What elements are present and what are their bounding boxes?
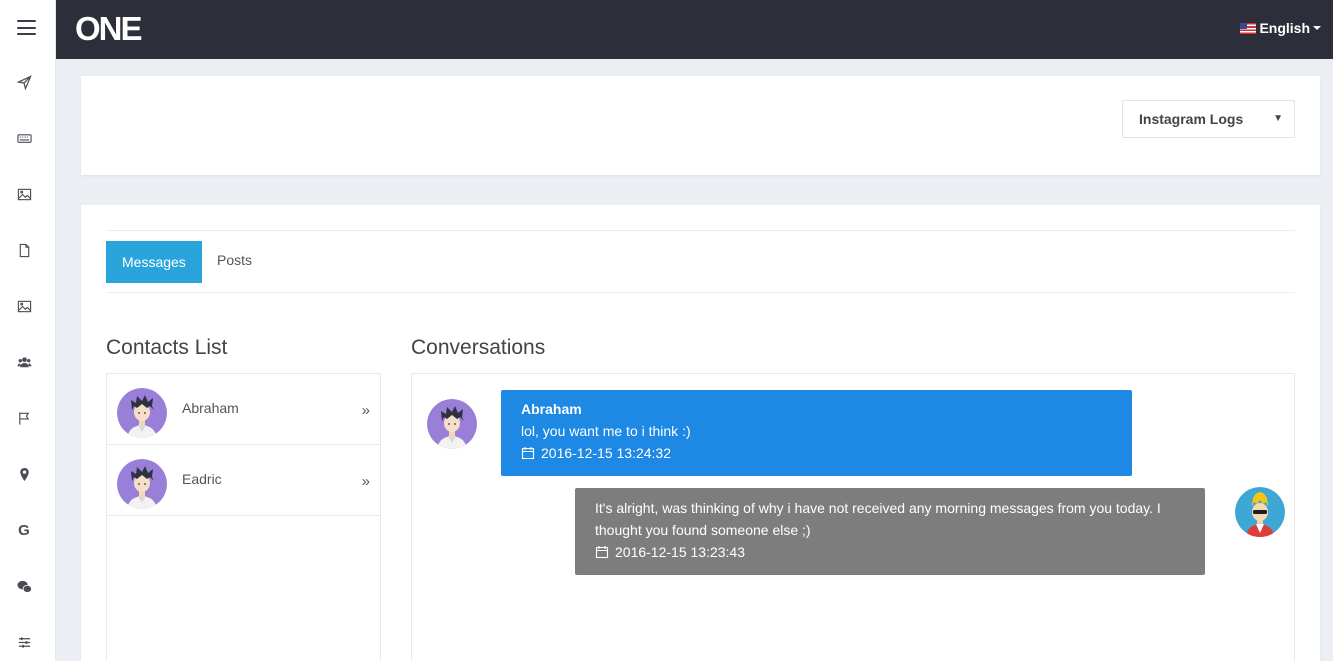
map-marker-icon[interactable] bbox=[14, 464, 34, 484]
paper-plane-icon[interactable] bbox=[14, 72, 34, 92]
message-text: It's alright, was thinking of why i have… bbox=[595, 500, 1161, 538]
message-bubble-incoming: Abraham lol, you want me to i think :) 2… bbox=[501, 390, 1132, 476]
contact-item-eadric[interactable]: Eadric » bbox=[107, 445, 380, 516]
log-type-select[interactable]: Instagram Logs ▼ bbox=[1122, 100, 1295, 138]
wechat-icon[interactable] bbox=[14, 576, 34, 596]
sender-avatar bbox=[427, 399, 477, 449]
divider bbox=[106, 230, 1295, 231]
menu-icon[interactable] bbox=[17, 20, 36, 35]
contact-name: Eadric bbox=[182, 471, 222, 487]
message-timestamp: 2016-12-15 13:23:43 bbox=[595, 541, 1185, 563]
double-chevron-right-icon: » bbox=[361, 402, 370, 419]
google-icon[interactable]: G bbox=[14, 520, 34, 540]
brand-logo[interactable]: ONE bbox=[75, 11, 143, 47]
tab-messages[interactable]: Messages bbox=[106, 241, 202, 283]
contact-name: Abraham bbox=[182, 400, 239, 416]
avatar bbox=[117, 388, 167, 438]
conversations-title: Conversations bbox=[411, 336, 546, 359]
user-avatar bbox=[1235, 487, 1285, 537]
log-selector-panel: Instagram Logs ▼ bbox=[81, 76, 1320, 175]
tab-posts[interactable]: Posts bbox=[201, 241, 268, 283]
caret-down-icon bbox=[1313, 26, 1321, 30]
message-bubble-outgoing: It's alright, was thinking of why i have… bbox=[575, 488, 1205, 575]
us-flag-icon bbox=[1240, 22, 1257, 34]
message-sender: Abraham bbox=[521, 401, 582, 417]
sidebar: G bbox=[0, 0, 56, 661]
language-label: English bbox=[1259, 20, 1310, 36]
contacts-list: Abraham » Eadric » bbox=[106, 373, 381, 661]
divider bbox=[106, 292, 1295, 293]
calendar-icon bbox=[595, 546, 609, 559]
image-icon[interactable] bbox=[14, 296, 34, 316]
log-type-select-value: Instagram Logs bbox=[1139, 111, 1244, 127]
language-dropdown[interactable]: English bbox=[1240, 20, 1321, 36]
select-arrow-icon: ▼ bbox=[1273, 113, 1283, 124]
file-icon[interactable] bbox=[14, 240, 34, 260]
messages-panel: Messages Posts Contacts List Conversatio… bbox=[81, 205, 1320, 661]
image-icon[interactable] bbox=[14, 184, 34, 204]
contact-item-abraham[interactable]: Abraham » bbox=[107, 374, 380, 445]
top-navbar: ONE English bbox=[56, 0, 1333, 59]
double-chevron-right-icon: » bbox=[361, 473, 370, 490]
flag-icon[interactable] bbox=[14, 408, 34, 428]
conversation-view: Abraham lol, you want me to i think :) 2… bbox=[411, 373, 1295, 661]
avatar bbox=[117, 459, 167, 509]
contacts-list-title: Contacts List bbox=[106, 336, 228, 359]
message-timestamp: 2016-12-15 13:24:32 bbox=[521, 442, 1112, 464]
sliders-icon[interactable] bbox=[14, 632, 34, 652]
message-text: lol, you want me to i think :) bbox=[521, 423, 691, 439]
users-icon[interactable] bbox=[14, 352, 34, 372]
keyboard-icon[interactable] bbox=[14, 128, 34, 148]
calendar-icon bbox=[521, 447, 535, 460]
